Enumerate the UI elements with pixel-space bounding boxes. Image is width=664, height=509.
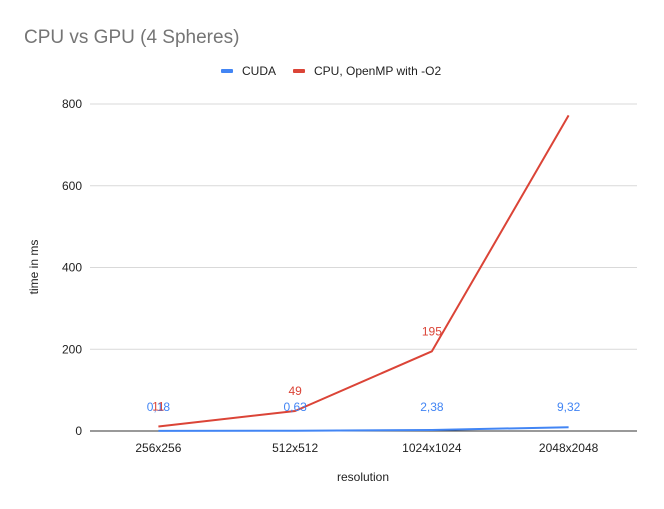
y-tick-label: 600 xyxy=(62,179,82,193)
series-line xyxy=(158,114,570,428)
x-tick-label: 512x512 xyxy=(272,441,318,455)
legend-swatch xyxy=(221,69,233,73)
legend: CUDA CPU, OpenMP with -O2 xyxy=(221,64,441,78)
y-axis-ticks: 0 200 400 600 800 xyxy=(62,97,82,438)
line-chart: CPU vs GPU (4 Spheres) CUDA CPU, OpenMP w… xyxy=(24,27,637,484)
legend-label: CUDA xyxy=(242,64,276,78)
data-label: 11 xyxy=(152,400,165,414)
y-tick-label: 200 xyxy=(62,342,82,356)
legend-swatch xyxy=(293,69,305,73)
series-line xyxy=(158,426,569,432)
x-tick-label: 256x256 xyxy=(135,441,181,455)
data-label: 9,32 xyxy=(557,400,581,414)
series-lines xyxy=(158,114,570,432)
chart-title: CPU vs GPU (4 Spheres) xyxy=(24,27,239,48)
x-tick-label: 2048x2048 xyxy=(539,441,599,455)
y-axis-title: time in ms xyxy=(27,240,41,295)
data-label: 195 xyxy=(422,324,442,338)
data-label: 2,38 xyxy=(420,400,444,414)
x-tick-label: 1024x1024 xyxy=(402,441,462,455)
data-labels: 0,18 0,63 2,38 9,321149195 xyxy=(147,324,581,414)
chart: CPU vs GPU (4 Spheres) CUDA CPU, OpenMP w… xyxy=(0,0,664,509)
legend-label: CPU, OpenMP with -O2 xyxy=(314,64,441,78)
x-axis-title: resolution xyxy=(337,470,389,484)
y-tick-label: 0 xyxy=(75,424,82,438)
data-label: 0,63 xyxy=(283,400,307,414)
data-label: 49 xyxy=(288,384,302,398)
y-tick-label: 800 xyxy=(62,97,82,111)
y-tick-label: 400 xyxy=(62,261,82,275)
x-axis-ticks: 256x256 512x512 1024x1024 2048x2048 xyxy=(135,441,598,455)
